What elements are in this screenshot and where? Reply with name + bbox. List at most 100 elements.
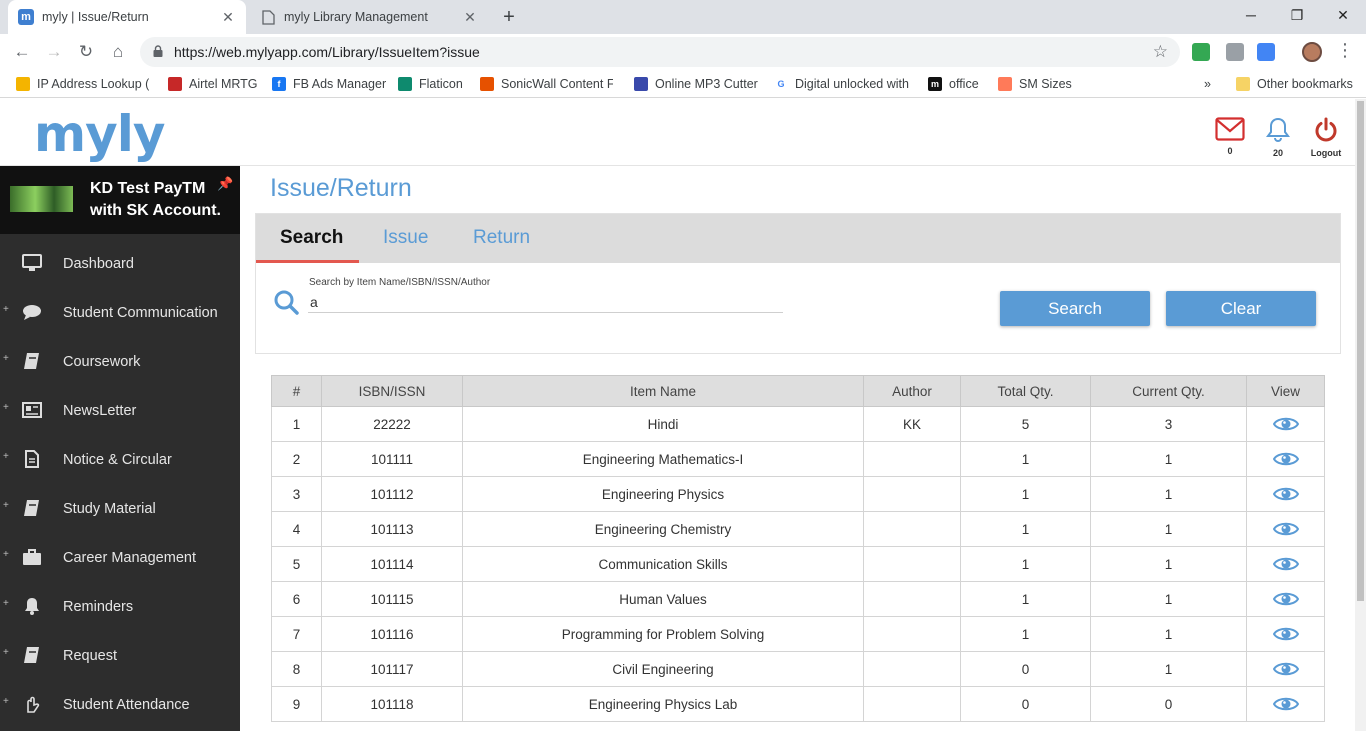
bookmark-item[interactable]: Online MP3 Cutter	[634, 76, 758, 92]
hand-icon	[22, 695, 42, 713]
eye-icon[interactable]	[1272, 450, 1299, 468]
active-tab-indicator	[256, 260, 359, 263]
reload-icon[interactable]: ↻	[74, 40, 98, 64]
back-arrow-icon[interactable]: ←	[10, 40, 34, 64]
sidebar-item-notice-circular[interactable]: + Notice & Circular	[0, 436, 240, 485]
table-cell: 1	[1090, 476, 1247, 512]
other-bookmarks-folder[interactable]: Other bookmarks	[1236, 76, 1353, 92]
expand-plus-icon[interactable]: +	[3, 353, 9, 364]
bookmark-item[interactable]: G Digital unlocked with	[774, 76, 909, 92]
power-icon	[1315, 117, 1337, 142]
table-cell: 5	[960, 406, 1091, 442]
window-close-button[interactable]: ✕	[1320, 0, 1366, 30]
sidebar-item-label: Career Management	[63, 550, 196, 566]
briefcase-icon	[22, 548, 42, 566]
bookmark-star-icon[interactable]: ☆	[1153, 42, 1168, 62]
mail-button[interactable]: 0	[1210, 117, 1250, 156]
profile-avatar[interactable]	[1302, 42, 1322, 62]
sidebar-item-student-communication[interactable]: + Student Communication	[0, 289, 240, 338]
bookmark-item[interactable]: Flaticon	[398, 76, 463, 92]
mail-icon	[1215, 117, 1245, 141]
overflow-label: »	[1204, 77, 1211, 91]
eye-icon[interactable]	[1272, 660, 1299, 678]
flaticon-icon	[398, 77, 412, 91]
search-button[interactable]: Search	[1000, 291, 1150, 326]
bookmark-item[interactable]: f FB Ads Manager	[272, 76, 386, 92]
clear-button[interactable]: Clear	[1166, 291, 1316, 326]
eye-icon[interactable]	[1272, 695, 1299, 713]
bookmark-item[interactable]: SonicWall Content Fil	[480, 76, 613, 92]
extension-icon[interactable]	[1192, 43, 1210, 61]
bookmark-item[interactable]: IP Address Lookup (IP	[16, 76, 149, 92]
tab-issue[interactable]: Issue	[383, 227, 428, 249]
expand-plus-icon[interactable]: +	[3, 696, 9, 707]
table-cell: KK	[863, 406, 961, 442]
eye-icon[interactable]	[1272, 520, 1299, 538]
browser-toolbar: ← → ↻ ⌂ https://web.mylyapp.com/Library/…	[0, 34, 1366, 70]
expand-plus-icon[interactable]: +	[3, 598, 9, 609]
tab-return[interactable]: Return	[473, 227, 530, 249]
sidebar-item-request[interactable]: + Request	[0, 632, 240, 681]
restore-button[interactable]: ❐	[1274, 0, 1320, 30]
school-header[interactable]: KD Test PayTM with SK Account. 📌	[0, 166, 240, 234]
search-label: Search by Item Name/ISBN/ISSN/Author	[309, 277, 491, 288]
table-row: 4 101113 Engineering Chemistry 1 1	[271, 511, 1325, 547]
eye-icon[interactable]	[1272, 415, 1299, 433]
bookmark-label: Online MP3 Cutter	[655, 77, 758, 91]
table-cell	[863, 511, 961, 547]
analytics-extension-icon[interactable]	[1257, 43, 1275, 61]
browser-tab[interactable]: myly Library Management ✕	[250, 0, 488, 34]
table-cell: 1	[1090, 441, 1247, 477]
search-input[interactable]	[308, 291, 783, 313]
bookmark-item[interactable]: SM Sizes	[998, 76, 1072, 92]
column-header: Total Qty.	[960, 375, 1091, 407]
expand-plus-icon[interactable]: +	[3, 647, 9, 658]
more-menu-icon[interactable]: ⋮	[1336, 40, 1354, 61]
sidebar-item-study-material[interactable]: + Study Material	[0, 485, 240, 534]
close-icon[interactable]: ✕	[220, 9, 236, 26]
sidebar-item-reminders[interactable]: + Reminders	[0, 583, 240, 632]
new-tab-button[interactable]: +	[498, 6, 520, 28]
bookmark-label: FB Ads Manager	[293, 77, 387, 91]
eye-icon[interactable]	[1272, 625, 1299, 643]
bookmark-item[interactable]: Airtel MRTG	[168, 76, 258, 92]
eye-icon[interactable]	[1272, 485, 1299, 503]
extension-icon[interactable]	[1226, 43, 1244, 61]
scrollbar-thumb[interactable]	[1357, 101, 1364, 601]
sidebar-item-dashboard[interactable]: Dashboard	[0, 240, 240, 289]
eye-icon[interactable]	[1272, 590, 1299, 608]
expand-plus-icon[interactable]: +	[3, 451, 9, 462]
tab-search[interactable]: Search	[280, 227, 343, 249]
browser-tab-active[interactable]: m myly | Issue/Return ✕	[8, 0, 246, 34]
table-cell: 6	[271, 581, 322, 617]
page-scrollbar[interactable]	[1355, 99, 1366, 731]
table-row: 2 101111 Engineering Mathematics-I 1 1	[271, 441, 1325, 477]
table-cell: 101117	[321, 651, 463, 687]
sidebar-item-newsletter[interactable]: + NewsLetter	[0, 387, 240, 436]
bookmark-favicon-icon: m	[928, 77, 942, 91]
column-header: Author	[863, 375, 961, 407]
sidebar-item-student-attendance[interactable]: + Student Attendance	[0, 681, 240, 730]
page-title: Issue/Return	[270, 174, 412, 202]
minimize-button[interactable]: ─	[1228, 0, 1274, 30]
notifications-button[interactable]: 20	[1258, 117, 1298, 158]
bookmarks-overflow-button[interactable]: »	[1204, 76, 1211, 92]
expand-plus-icon[interactable]: +	[3, 304, 9, 315]
sidebar-item-coursework[interactable]: + Coursework	[0, 338, 240, 387]
forward-arrow-icon[interactable]: →	[42, 40, 66, 64]
pin-icon[interactable]: 📌	[217, 176, 233, 192]
expand-plus-icon[interactable]: +	[3, 402, 9, 413]
home-icon[interactable]: ⌂	[106, 40, 130, 64]
address-bar[interactable]: https://web.mylyapp.com/Library/IssueIte…	[140, 37, 1180, 67]
bookmark-label: Airtel MRTG	[189, 77, 258, 91]
bookmark-label: SM Sizes	[1019, 77, 1072, 91]
close-icon[interactable]: ✕	[462, 9, 478, 26]
bookmark-item[interactable]: m office	[928, 76, 979, 92]
logout-label: Logout	[1310, 148, 1342, 158]
expand-plus-icon[interactable]: +	[3, 500, 9, 511]
myly-logo[interactable]: myly	[34, 105, 165, 163]
expand-plus-icon[interactable]: +	[3, 549, 9, 560]
eye-icon[interactable]	[1272, 555, 1299, 573]
logout-button[interactable]: Logout	[1306, 117, 1346, 158]
sidebar-item-career-management[interactable]: + Career Management	[0, 534, 240, 583]
